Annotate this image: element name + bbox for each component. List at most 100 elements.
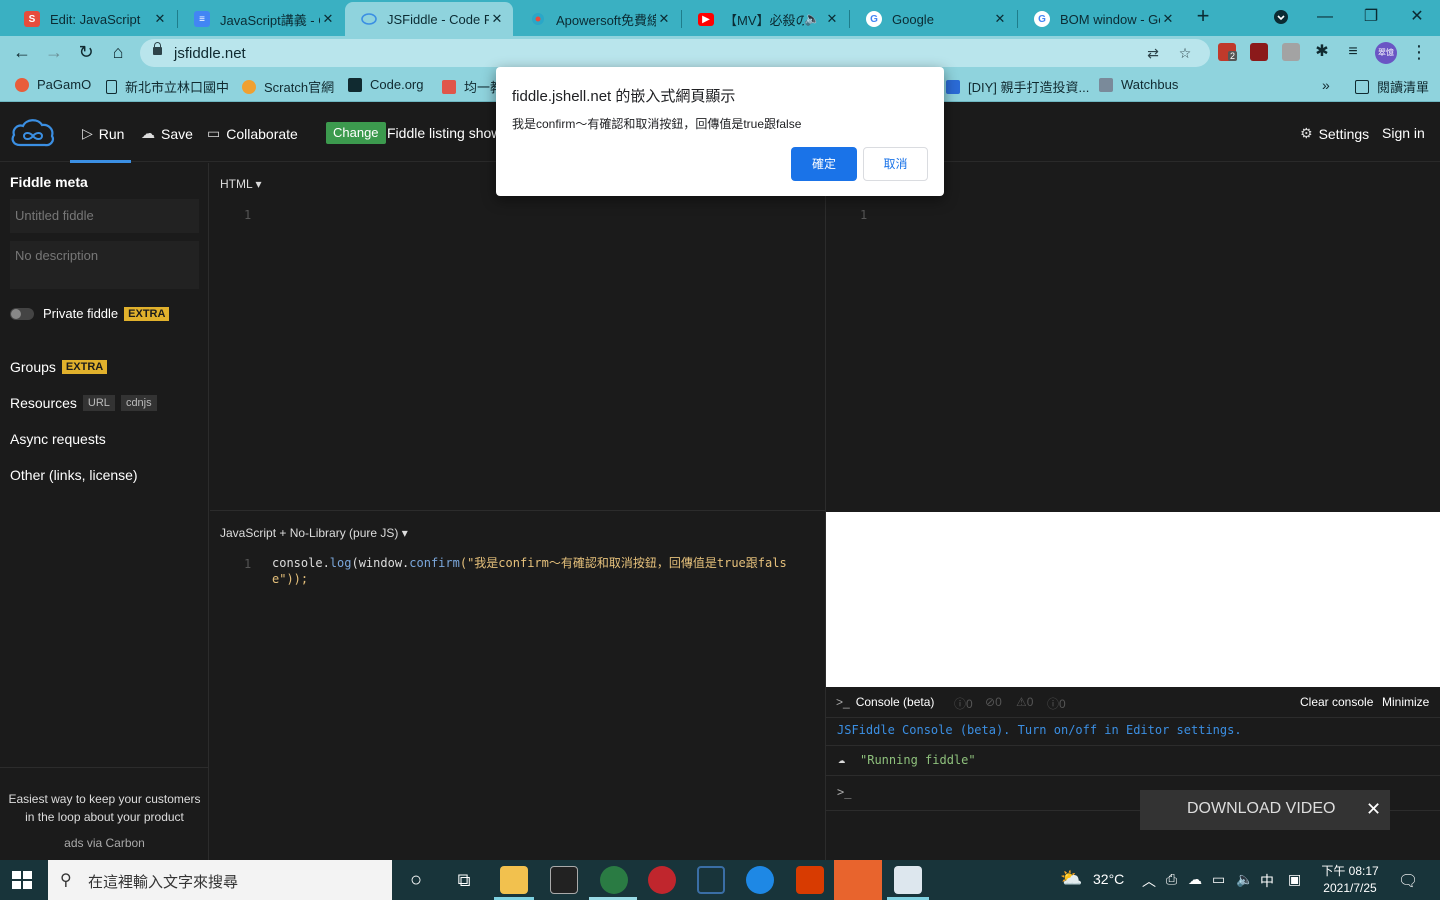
html-language-selector[interactable]: HTML ▾ bbox=[220, 177, 262, 191]
onedrive-icon[interactable]: ☁ bbox=[1188, 871, 1202, 888]
url-chip[interactable]: URL bbox=[82, 395, 115, 411]
volume-icon[interactable]: 🔈 bbox=[1236, 871, 1253, 888]
sidebar-item-other[interactable]: Other (links, license) bbox=[10, 467, 138, 483]
download-video-overlay[interactable]: DOWNLOAD VIDEO ✕ bbox=[1140, 790, 1390, 830]
save-button[interactable]: ☁ Save bbox=[141, 125, 193, 142]
cdnjs-chip[interactable]: cdnjs bbox=[120, 395, 157, 411]
download-video-label[interactable]: DOWNLOAD VIDEO bbox=[1187, 800, 1335, 818]
bookmark-item[interactable]: PaGamO bbox=[15, 77, 91, 92]
extension-icon[interactable] bbox=[1250, 43, 1268, 61]
more-bookmarks-icon[interactable]: » bbox=[1322, 77, 1330, 93]
back-icon[interactable]: ← bbox=[9, 40, 35, 64]
reload-icon[interactable]: ↻ bbox=[73, 40, 99, 64]
bookmark-item[interactable]: Scratch官網 bbox=[242, 77, 334, 96]
js-editor-panel[interactable]: JavaScript + No-Library (pure JS) ▾ 1 co… bbox=[210, 511, 825, 860]
taskbar-search-placeholder[interactable]: 在這裡輸入文字來搜尋 bbox=[88, 871, 238, 892]
carbon-ad[interactable]: Easiest way to keep your customers in th… bbox=[0, 767, 209, 860]
bookmark-item[interactable]: Code.org bbox=[348, 77, 423, 92]
home-icon[interactable]: ⌂ bbox=[105, 40, 131, 64]
sign-in-link[interactable]: Sign in bbox=[1382, 125, 1425, 141]
js-language-selector[interactable]: JavaScript + No-Library (pure JS) ▾ bbox=[220, 526, 408, 540]
address-url[interactable]: jsfiddle.net bbox=[174, 45, 246, 62]
puzzle-extensions-icon[interactable]: ✱ bbox=[1313, 43, 1331, 61]
task-view-icon[interactable]: ⧉ bbox=[450, 866, 478, 894]
forward-icon[interactable]: → bbox=[41, 40, 67, 64]
windows-start-icon[interactable] bbox=[12, 871, 32, 889]
ok-button[interactable]: 確定 bbox=[791, 147, 857, 181]
temperature[interactable]: 32°C bbox=[1093, 871, 1124, 887]
close-tab-icon[interactable]: ✕ bbox=[489, 11, 505, 27]
js-code[interactable]: console.log(window.confirm("我是confirm～有確… bbox=[272, 555, 787, 587]
weather-icon[interactable]: ⛅ bbox=[1060, 868, 1082, 889]
bookmark-item[interactable]: 新北市立林口國中 bbox=[106, 77, 229, 96]
settings-button[interactable]: ⚙ Settings bbox=[1300, 125, 1369, 142]
jsfiddle-logo-icon[interactable] bbox=[10, 115, 56, 149]
translate-icon[interactable]: ⇄ bbox=[1144, 45, 1162, 61]
fiddle-description-input[interactable]: No description bbox=[10, 241, 199, 289]
notification-icon[interactable]: 🗨 bbox=[1398, 871, 1418, 891]
browser-tab[interactable]: S Edit: JavaScript ✕ bbox=[8, 2, 176, 36]
system-clock[interactable]: 下午 08:17 2021/7/25 bbox=[1318, 863, 1382, 897]
private-fiddle-toggle[interactable] bbox=[10, 308, 34, 320]
sidebar-item-groups[interactable]: Groups EXTRA bbox=[10, 359, 108, 375]
restore-window-icon[interactable]: ❐ bbox=[1356, 4, 1386, 30]
carbon-via[interactable]: ads via Carbon bbox=[0, 836, 209, 850]
collaborate-button[interactable]: ▭ Collaborate bbox=[207, 125, 298, 142]
office-icon[interactable] bbox=[796, 866, 824, 894]
close-tab-icon[interactable]: ✕ bbox=[320, 11, 336, 27]
game-app-icon[interactable] bbox=[648, 866, 676, 894]
bookmark-item[interactable]: Watchbus bbox=[1099, 77, 1178, 92]
clear-console-button[interactable]: Clear console bbox=[1300, 695, 1373, 709]
sidebar-item-resources[interactable]: Resources URL cdnjs bbox=[10, 395, 157, 411]
ublock-extension-icon[interactable]: 2 bbox=[1218, 43, 1238, 61]
nox-icon[interactable] bbox=[697, 866, 725, 894]
close-tab-icon[interactable]: ✕ bbox=[992, 11, 1008, 27]
bookmark-star-icon[interactable]: ☆ bbox=[1176, 45, 1194, 61]
ime-indicator[interactable]: 中 bbox=[1260, 871, 1274, 891]
extension-icon[interactable] bbox=[1282, 43, 1300, 61]
minimize-window-icon[interactable]: — bbox=[1310, 4, 1340, 30]
carbon-ad-text[interactable]: Easiest way to keep your customers in th… bbox=[8, 790, 201, 826]
address-bar[interactable]: jsfiddle.net ⇄ ☆ bbox=[140, 39, 1210, 67]
media-control-icon[interactable]: ≡ bbox=[1344, 43, 1362, 61]
recorder-icon[interactable] bbox=[894, 866, 922, 894]
run-button[interactable]: ▷ Run bbox=[82, 125, 124, 142]
change-button[interactable]: Change bbox=[326, 122, 386, 144]
terminal-app-icon[interactable] bbox=[550, 866, 578, 894]
close-window-icon[interactable]: ✕ bbox=[1402, 4, 1432, 30]
browser-menu-icon[interactable]: ⋮ bbox=[1410, 42, 1428, 64]
avatar[interactable]: 翠憶 bbox=[1375, 42, 1397, 64]
chevron-up-icon[interactable]: ︿ bbox=[1142, 871, 1156, 891]
new-tab-button[interactable]: + bbox=[1192, 5, 1214, 28]
discord-icon[interactable] bbox=[834, 860, 882, 900]
meet-now-icon[interactable]: ⎙ bbox=[1166, 871, 1177, 888]
file-explorer-icon[interactable] bbox=[500, 866, 528, 894]
minimize-console-button[interactable]: Minimize bbox=[1382, 695, 1429, 709]
cortana-icon[interactable]: ○ bbox=[402, 866, 430, 894]
html-editor-panel[interactable]: HTML ▾ 1 bbox=[210, 163, 825, 510]
close-tab-icon[interactable]: ✕ bbox=[656, 11, 672, 27]
network-icon[interactable]: ▭ bbox=[1212, 871, 1225, 888]
sidebar-item-async-requests[interactable]: Async requests bbox=[10, 431, 106, 447]
browser-tab-active[interactable]: JSFiddle - Code Pla ✕ bbox=[345, 2, 513, 36]
ime-mode-icon[interactable]: ▣ bbox=[1288, 871, 1301, 888]
close-tab-icon[interactable]: ✕ bbox=[824, 11, 840, 27]
speaker-icon[interactable]: 🔈 bbox=[804, 11, 820, 27]
browser-tab[interactable]: G BOM window - Go ✕ bbox=[1018, 2, 1184, 36]
browser-tab[interactable]: ▶ 【MV】必殺の 🔈 ✕ bbox=[682, 2, 848, 36]
fiddle-title-input[interactable]: Untitled fiddle bbox=[10, 199, 199, 233]
tab-search-icon[interactable] bbox=[1266, 4, 1296, 30]
css-editor-panel[interactable]: 1 bbox=[826, 163, 1440, 510]
browser-tab[interactable]: ≡ JavaScript講義 - Go ✕ bbox=[178, 2, 344, 36]
chrome-icon[interactable] bbox=[600, 866, 628, 894]
reading-list[interactable]: 閱讀清單 bbox=[1355, 77, 1429, 96]
edge-icon[interactable] bbox=[746, 866, 774, 894]
browser-tab[interactable]: G Google ✕ bbox=[850, 2, 1016, 36]
bookmark-item[interactable]: [DIY] 親手打造投資... bbox=[946, 77, 1089, 96]
close-icon[interactable]: ✕ bbox=[1366, 799, 1381, 820]
close-tab-icon[interactable]: ✕ bbox=[152, 11, 168, 27]
result-iframe[interactable] bbox=[826, 512, 1440, 687]
browser-tab[interactable]: Apowersoft免費線 ✕ bbox=[514, 2, 680, 36]
bookmark-item[interactable]: 均一教 bbox=[442, 77, 503, 96]
close-tab-icon[interactable]: ✕ bbox=[1160, 11, 1176, 27]
